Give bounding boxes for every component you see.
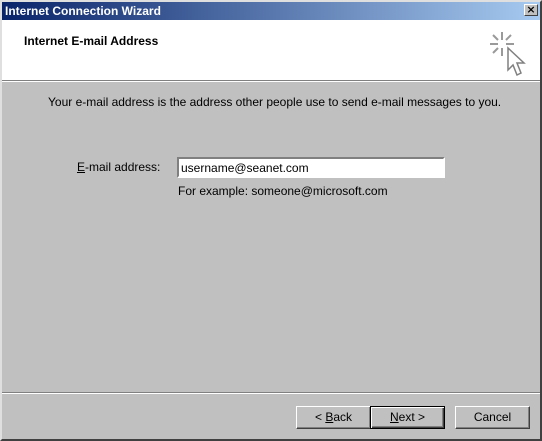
back-button[interactable]: < Back <box>296 406 371 429</box>
window-title: Internet Connection Wizard <box>5 4 161 18</box>
email-label-accel: E <box>77 160 86 174</box>
wizard-header: Internet E-mail Address <box>2 20 540 80</box>
intro-text: Your e-mail address is the address other… <box>48 95 502 109</box>
email-label: E-mail address: <box>77 160 160 174</box>
wizard-window: Internet Connection Wizard × Internet E-… <box>0 0 542 441</box>
back-prefix: < <box>314 410 326 424</box>
cancel-button[interactable]: Cancel <box>455 406 530 429</box>
email-field[interactable] <box>177 157 445 178</box>
back-rest: ack <box>333 410 353 424</box>
footer-divider <box>2 392 540 394</box>
next-button[interactable]: Next > <box>370 406 445 429</box>
header-divider <box>2 80 540 82</box>
title-bar[interactable]: Internet Connection Wizard × <box>2 2 540 20</box>
page-title: Internet E-mail Address <box>24 34 159 48</box>
close-button[interactable]: × <box>524 4 538 16</box>
next-rest: ext > <box>398 410 426 424</box>
email-label-rest: -mail address: <box>85 160 161 174</box>
close-icon: × <box>526 3 536 16</box>
example-hint: For example: someone@microsoft.com <box>178 184 388 198</box>
wizard-cursor-icon <box>490 32 526 77</box>
next-accel: N <box>389 410 399 424</box>
